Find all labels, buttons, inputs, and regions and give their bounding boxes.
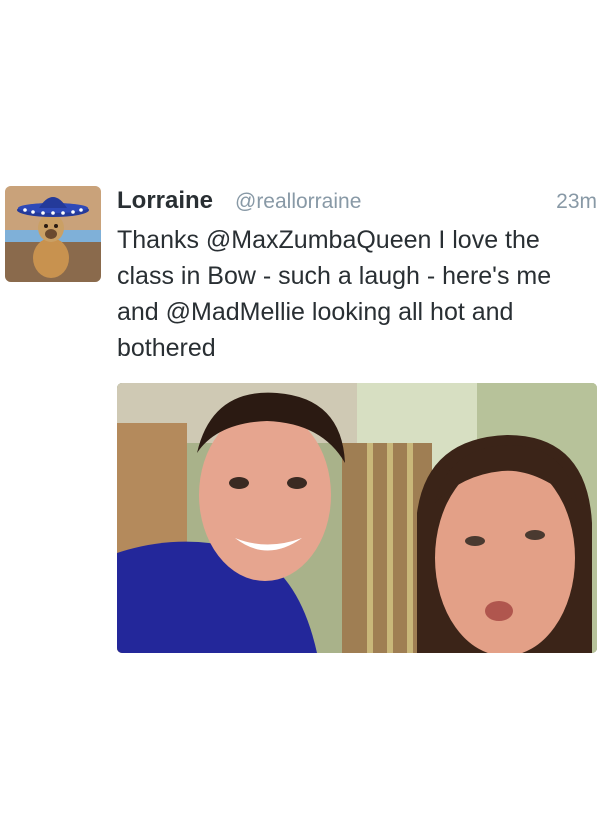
tweet[interactable]: Lorraine @reallorraine 23m Thanks @MaxZu… [0, 170, 614, 670]
tweet-photo[interactable] [117, 383, 597, 653]
tweet-header: Lorraine @reallorraine 23m [117, 186, 597, 216]
username-handle[interactable]: @reallorraine [235, 188, 361, 216]
tweet-text: Thanks @MaxZumbaQueen I love the class i… [117, 226, 552, 362]
page: Lorraine @reallorraine 23m Thanks @MaxZu… [0, 0, 614, 827]
dog-in-sombrero-icon [5, 186, 101, 282]
timestamp[interactable]: 23m [556, 188, 597, 216]
selfie-photo-icon [117, 383, 597, 653]
display-name[interactable]: Lorraine [117, 186, 213, 216]
avatar[interactable] [5, 186, 101, 282]
